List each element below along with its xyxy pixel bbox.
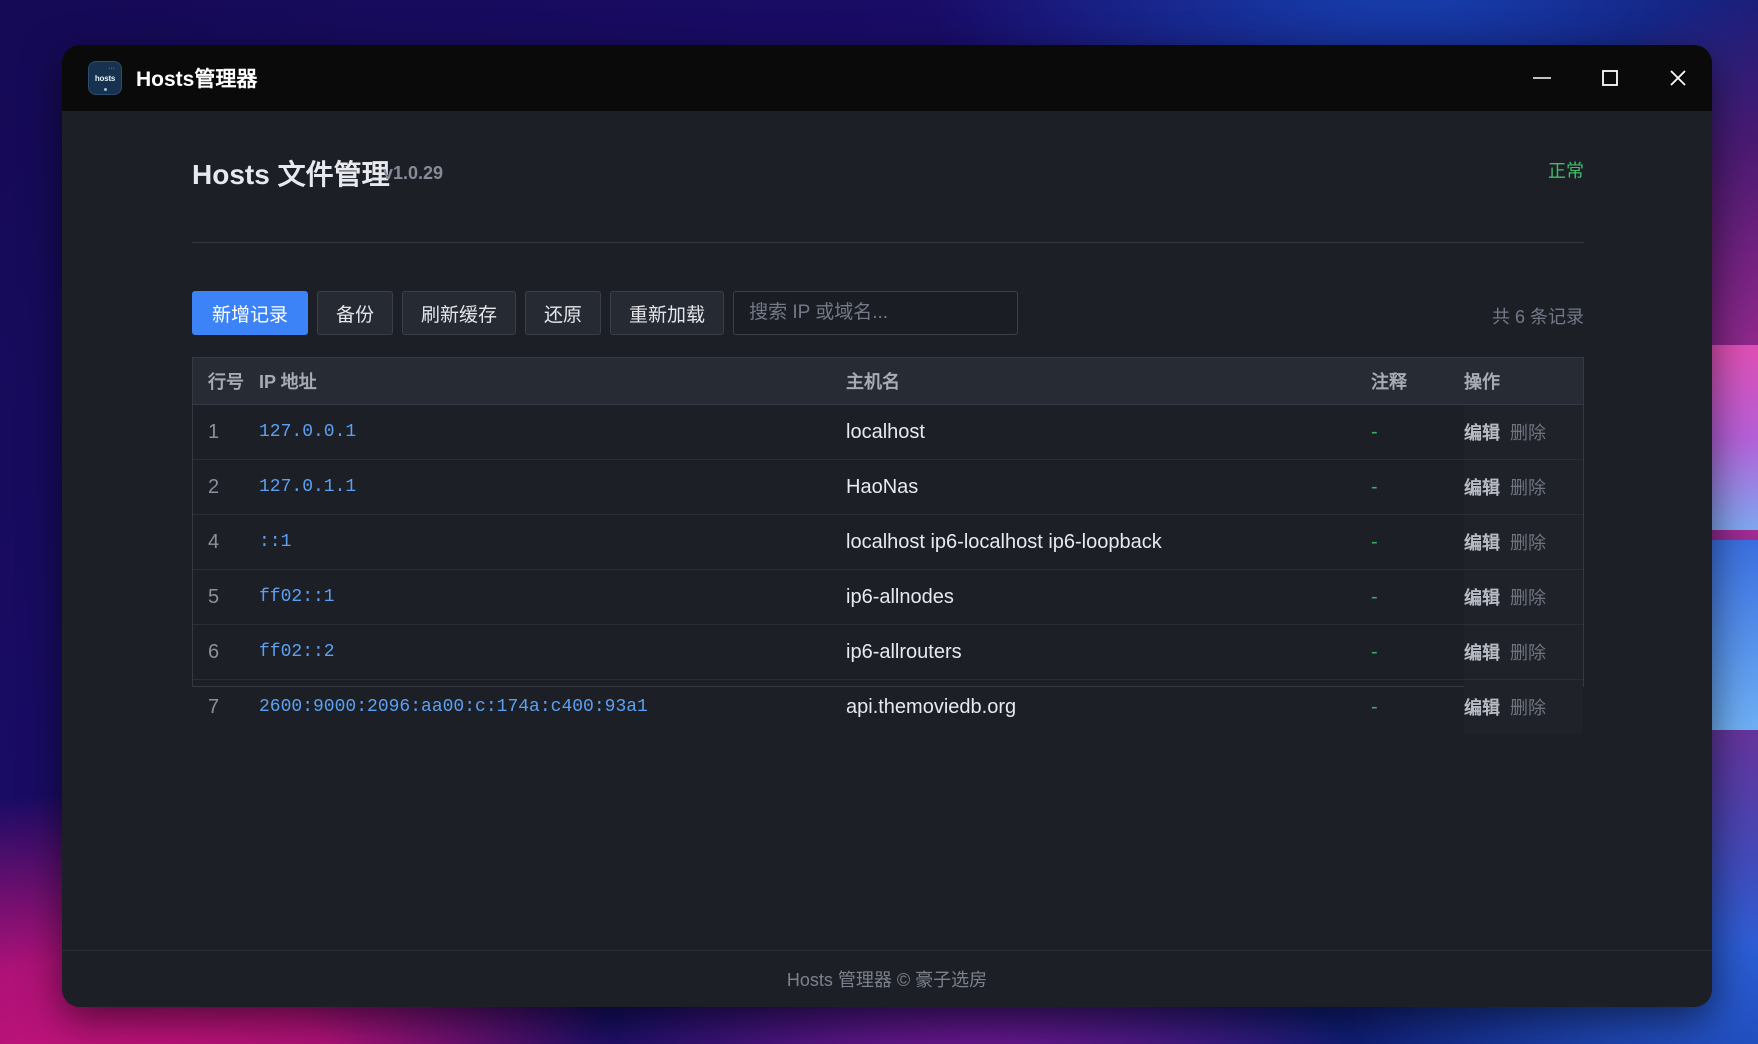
note: -	[1371, 585, 1378, 608]
line-number: 2	[208, 475, 220, 498]
delete-button[interactable]: 删除	[1510, 694, 1546, 720]
note: -	[1371, 530, 1378, 553]
hostname: ip6-allrouters	[846, 640, 962, 663]
status-indicator: 正常	[1548, 161, 1584, 181]
line-number: 5	[208, 585, 220, 608]
delete-button[interactable]: 删除	[1510, 474, 1546, 500]
ip-address: ::1	[259, 532, 292, 552]
table-row: 7 2600:9000:2096:aa00:c:174a:c400:93a1 a…	[193, 680, 1583, 734]
row-actions: 编辑 删除	[1464, 680, 1583, 734]
version-label: v1.0.29	[383, 163, 444, 183]
table-row: 5 ff02::1 ip6-allnodes - 编辑 删除	[193, 570, 1583, 625]
row-actions: 编辑 删除	[1464, 515, 1583, 569]
maximize-button[interactable]	[1576, 45, 1644, 111]
hostname: ip6-allnodes	[846, 585, 954, 608]
add-record-button[interactable]: 新增记录	[192, 291, 308, 335]
line-number: 6	[208, 640, 220, 663]
edit-button[interactable]: 编辑	[1464, 474, 1500, 500]
ip-address: ff02::2	[259, 642, 335, 662]
hostname: api.themoviedb.org	[846, 695, 1017, 718]
app-window: ··· hosts Hosts管理器 Hosts 文件管理 v1.0.29 正常…	[62, 45, 1712, 1007]
table-row: 4 ::1 localhost ip6-localhost ip6-loopba…	[193, 515, 1583, 570]
column-header-ip: IP 地址	[259, 372, 317, 392]
record-count: 共 6 条记录	[1491, 307, 1584, 327]
maximize-icon	[1602, 70, 1618, 86]
line-number: 4	[208, 530, 220, 553]
hostname: HaoNas	[846, 475, 919, 498]
table-row: 1 127.0.0.1 localhost - 编辑 删除	[193, 405, 1583, 460]
hosts-table: 行号 IP 地址 主机名 注释 操作 1 127.0.0.1 localhost…	[192, 357, 1584, 734]
line-number: 7	[208, 695, 220, 718]
hostname: localhost ip6-localhost ip6-loopback	[846, 530, 1162, 553]
backup-button[interactable]: 备份	[317, 291, 394, 335]
row-actions: 编辑 删除	[1464, 625, 1583, 679]
footer-copyright: Hosts 管理器 © 豪子选房	[786, 970, 988, 990]
ip-address: 127.0.1.1	[259, 477, 357, 497]
row-actions: 编辑 删除	[1464, 570, 1583, 624]
window-controls	[1508, 45, 1712, 111]
delete-button[interactable]: 删除	[1510, 529, 1546, 555]
edit-button[interactable]: 编辑	[1464, 529, 1500, 555]
reload-button[interactable]: 重新加载	[610, 291, 725, 335]
restore-button[interactable]: 还原	[525, 291, 602, 335]
table-row: 2 127.0.1.1 HaoNas - 编辑 删除	[193, 460, 1583, 515]
column-header-host: 主机名	[846, 372, 900, 392]
delete-button[interactable]: 删除	[1510, 419, 1546, 445]
edit-button[interactable]: 编辑	[1464, 694, 1500, 720]
note: -	[1371, 695, 1378, 718]
edit-button[interactable]: 编辑	[1464, 584, 1500, 610]
column-header-line: 行号	[208, 372, 244, 392]
note: -	[1371, 640, 1378, 663]
window-title: Hosts管理器	[136, 68, 258, 91]
minimize-icon	[1533, 77, 1551, 79]
close-icon	[1670, 70, 1686, 86]
table-row: 6 ff02::2 ip6-allrouters - 编辑 删除	[193, 625, 1583, 680]
title-bar[interactable]: ··· hosts Hosts管理器	[62, 45, 1712, 111]
flush-cache-button[interactable]: 刷新缓存	[402, 291, 517, 335]
ip-address: 127.0.0.1	[259, 422, 357, 442]
delete-button[interactable]: 删除	[1510, 639, 1546, 665]
page-header: Hosts 文件管理 v1.0.29 正常	[192, 111, 1584, 243]
line-number: 1	[208, 420, 220, 443]
edit-button[interactable]: 编辑	[1464, 419, 1500, 445]
footer: Hosts 管理器 © 豪子选房	[62, 950, 1712, 1007]
toolbar: 新增记录 备份 刷新缓存 还原 重新加载	[192, 291, 1019, 335]
row-actions: 编辑 删除	[1464, 460, 1583, 514]
note: -	[1371, 420, 1378, 443]
delete-button[interactable]: 删除	[1510, 584, 1546, 610]
ip-address: ff02::1	[259, 587, 335, 607]
row-actions: 编辑 删除	[1464, 405, 1583, 459]
main-content: Hosts 文件管理 v1.0.29 正常 新增记录 备份 刷新缓存 还原 重新…	[62, 111, 1712, 951]
page-title: Hosts 文件管理	[192, 159, 390, 190]
column-header-note: 注释	[1371, 372, 1407, 392]
note: -	[1371, 475, 1378, 498]
edit-button[interactable]: 编辑	[1464, 639, 1500, 665]
ip-address: 2600:9000:2096:aa00:c:174a:c400:93a1	[259, 697, 648, 717]
search-input[interactable]	[733, 291, 1019, 335]
column-header-actions: 操作	[1464, 372, 1500, 392]
hostname: localhost	[846, 420, 925, 443]
close-button[interactable]	[1644, 45, 1712, 111]
hosts-app-icon: ··· hosts	[88, 61, 122, 95]
table-header: 行号 IP 地址 主机名 注释 操作	[193, 358, 1583, 405]
minimize-button[interactable]	[1508, 45, 1576, 111]
